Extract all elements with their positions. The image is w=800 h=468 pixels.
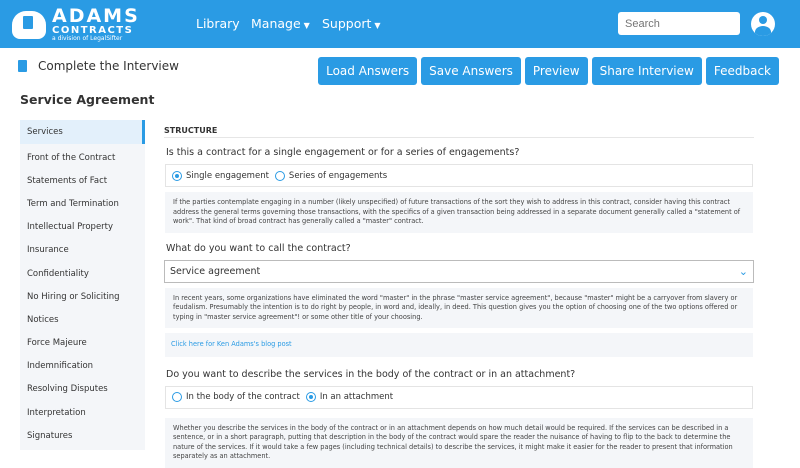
sidebar-item[interactable]: Signatures (20, 424, 145, 447)
select-value: Service agreement (170, 265, 261, 277)
radio-body[interactable] (172, 392, 182, 403)
radio-label: Single engagement (186, 170, 269, 181)
section-heading: STRUCTURE (164, 120, 754, 138)
nav-support-label: Support (322, 16, 372, 31)
question-label: Do you want to describe the services in … (166, 368, 576, 380)
save-answers-button[interactable]: Save Answers (421, 57, 521, 85)
sidebar-item[interactable]: No Hiring or Soliciting (20, 285, 145, 308)
help-text: In recent years, some organizations have… (165, 287, 753, 329)
nav-manage-label: Manage (251, 16, 301, 31)
blog-post-link[interactable]: Click here for Ken Adams's blog post (171, 340, 292, 348)
caret-down-icon: ▼ (374, 21, 381, 30)
question-label: What do you want to call the contract? (166, 242, 351, 254)
sidebar-item[interactable]: Force Majeure (20, 332, 145, 355)
page-title: Complete the Interview (38, 59, 179, 73)
radio-attachment[interactable] (305, 392, 316, 403)
sidebar-item[interactable]: Term and Termination (20, 192, 145, 215)
brand-tag: a division of LegalSifter (52, 35, 123, 42)
sidebar-item[interactable]: Interpretation (20, 401, 145, 424)
question-label: Is this a contract for a single engageme… (166, 147, 520, 158)
radio-single[interactable] (172, 170, 182, 181)
feedback-button[interactable]: Feedback (705, 57, 779, 85)
brand-name: ADAMS (52, 5, 140, 27)
search-input[interactable] (618, 12, 740, 35)
share-interview-button[interactable]: Share Interview (591, 57, 702, 85)
chevron-down-icon: ⌄ (738, 264, 748, 278)
document-icon (18, 60, 27, 72)
engagement-radio-group: Single engagement Series of engagements (165, 164, 753, 187)
sidebar-item[interactable]: Intellectual Property (20, 216, 145, 239)
blog-link-box: Click here for Ken Adams's blog post (165, 333, 753, 357)
sidebar-item[interactable]: Front of the Contract (20, 146, 145, 169)
preview-button[interactable]: Preview (524, 57, 588, 85)
agreement-title: Service Agreement (20, 92, 155, 107)
sidebar-item-services[interactable]: Services (20, 120, 145, 144)
services-location-radio-group: In the body of the contract In an attach… (165, 385, 753, 409)
radio-label: In the body of the contract (186, 392, 300, 403)
radio-series[interactable] (274, 170, 285, 181)
caret-down-icon: ▼ (303, 21, 310, 30)
cloud-logo-icon (12, 10, 46, 39)
sidebar-item[interactable]: Notices (20, 308, 145, 331)
nav-library[interactable]: Library (196, 16, 240, 31)
radio-label: In an attachment (319, 392, 394, 403)
interview-form: STRUCTURE Is this a contract for a singl… (164, 120, 754, 468)
sidebar-item[interactable]: Insurance (20, 239, 145, 262)
logo[interactable]: ADAMS CONTRACTS a division of LegalSifte… (12, 7, 140, 42)
nav-support[interactable]: Support ▼ (322, 16, 381, 31)
load-answers-button[interactable]: Load Answers (318, 57, 418, 85)
sidebar-item[interactable]: Resolving Disputes (20, 378, 145, 401)
top-navbar: ADAMS CONTRACTS a division of LegalSifte… (0, 0, 800, 48)
user-avatar-icon[interactable] (751, 12, 775, 36)
sidebar: Services Front of the Contract Statement… (20, 120, 145, 450)
sidebar-item[interactable]: Confidentiality (20, 262, 145, 285)
sidebar-item[interactable]: Indemnification (20, 355, 145, 378)
sidebar-item[interactable]: Statements of Fact (20, 169, 145, 192)
radio-label: Series of engagements (288, 170, 388, 181)
help-text: If the parties contemplate engaging in a… (165, 192, 753, 233)
help-text: Whether you describe the services in the… (165, 417, 753, 468)
nav-manage[interactable]: Manage ▼ (251, 16, 310, 31)
contract-name-select[interactable]: Service agreement ⌄ (164, 259, 754, 283)
